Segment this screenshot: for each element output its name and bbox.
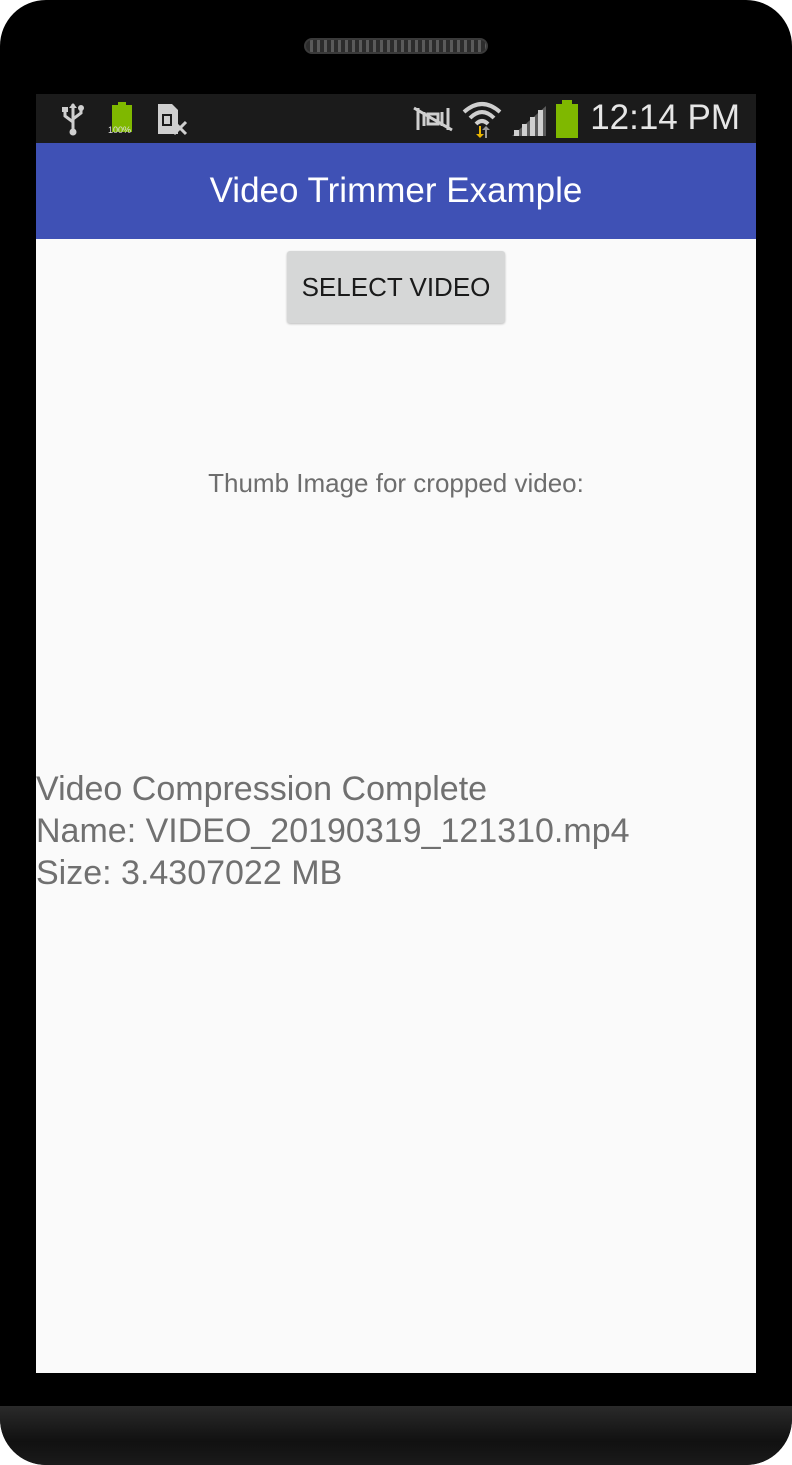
mute-icon xyxy=(412,104,454,139)
screen: 100% 12:14 PM Video Trimmer Example SELE… xyxy=(36,94,756,1373)
select-video-button[interactable]: SELECT VIDEO xyxy=(287,251,505,323)
phone-frame: 100% 12:14 PM Video Trimmer Example SELE… xyxy=(0,0,792,1465)
status-bar: 100% 12:14 PM xyxy=(36,94,756,143)
result-status-line: Video Compression Complete xyxy=(36,770,488,808)
wifi-icon xyxy=(462,100,502,143)
sim-card-icon xyxy=(156,104,188,141)
result-size-line: Size: 3.4307022 MB xyxy=(36,854,343,892)
battery-full-icon xyxy=(108,102,138,143)
status-clock: 12:14 PM xyxy=(590,98,740,137)
app-bar: Video Trimmer Example xyxy=(36,143,756,239)
result-name-line: Name: VIDEO_20190319_121310.mp4 xyxy=(36,812,630,850)
phone-bottom-bezel xyxy=(0,1406,792,1465)
usb-icon xyxy=(60,102,86,141)
compression-result: Video Compression Complete Name: VIDEO_2… xyxy=(36,768,756,894)
signal-icon xyxy=(512,106,546,141)
earpiece-speaker xyxy=(304,38,488,54)
thumb-image-label: Thumb Image for cropped video: xyxy=(208,468,584,498)
battery-icon xyxy=(554,100,580,143)
app-title: Video Trimmer Example xyxy=(209,171,583,210)
battery-percent-label: 100% xyxy=(108,125,132,135)
